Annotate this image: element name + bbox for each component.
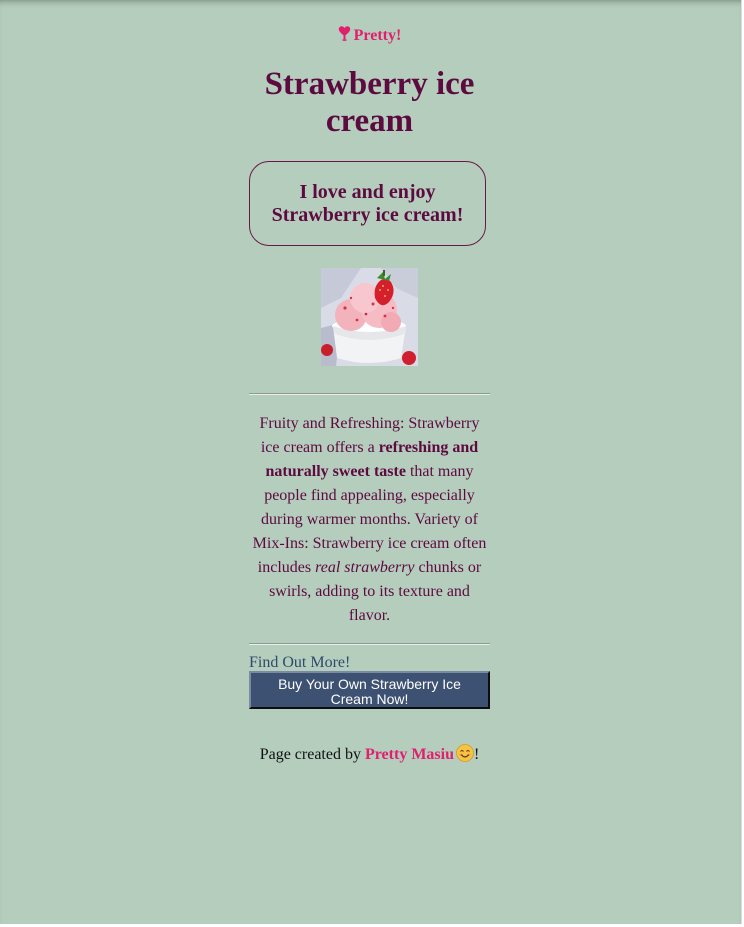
heart-pin-icon [338, 25, 351, 47]
tagline-box: I love and enjoy Strawberry ice cream! [249, 161, 486, 246]
divider-top [249, 393, 490, 395]
tagline-text: I love and enjoy Strawberry ice cream! [271, 180, 464, 226]
smiling-face-icon [456, 744, 474, 768]
author-link[interactable]: Pretty Masiu [365, 746, 454, 763]
description: Fruity and Refreshing: Strawberry ice cr… [249, 412, 490, 628]
page-title: Strawberry ice cream [264, 66, 475, 139]
footer-prefix: Page created by [259, 746, 365, 763]
footer-suffix: ! [473, 746, 480, 763]
buy-button[interactable]: Buy Your Own Strawberry Ice Cream Now! [249, 671, 490, 709]
find-out-more-link[interactable]: Find Out More! [249, 654, 350, 672]
brand-label: Pretty! [353, 27, 402, 44]
brand[interactable]: Pretty! [249, 25, 490, 47]
footer: Page created by Pretty Masiu ! [229, 744, 510, 768]
description-italic: real strawberry [315, 559, 415, 576]
page-frame: Pretty! Strawberry ice cream I love and … [0, 0, 742, 924]
divider-bottom [249, 643, 490, 645]
ice-cream-image [321, 268, 418, 366]
